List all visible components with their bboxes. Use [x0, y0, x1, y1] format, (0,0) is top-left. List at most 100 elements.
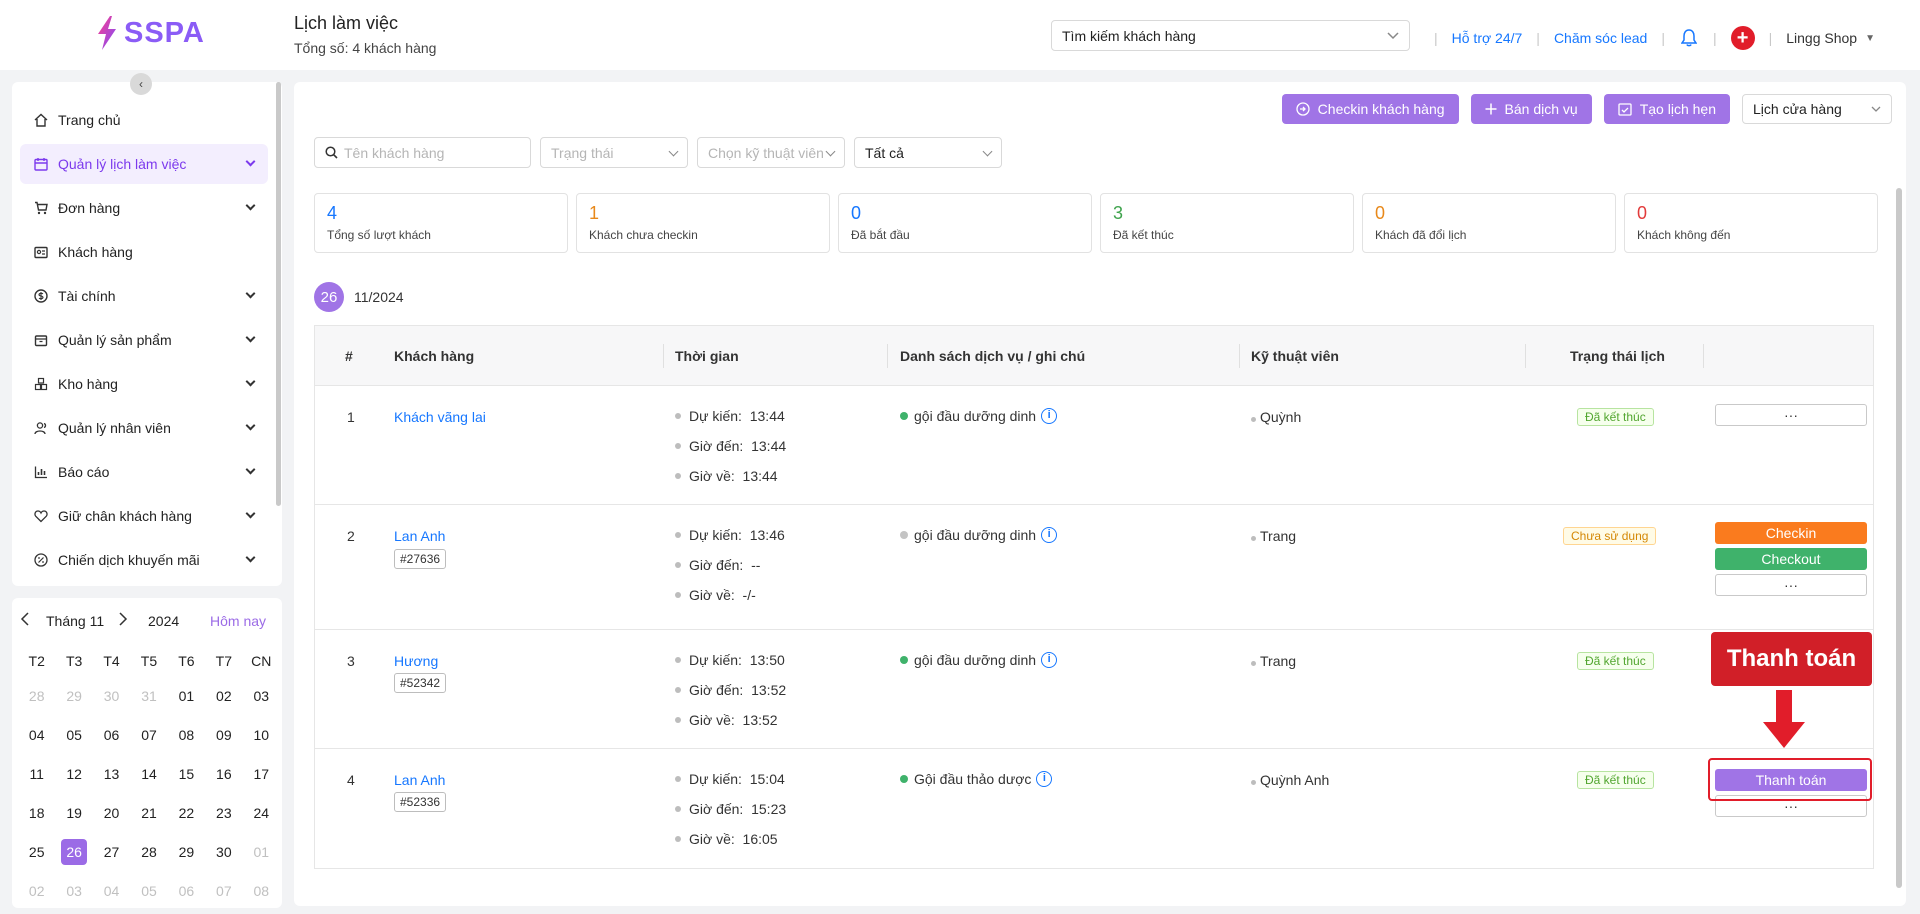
- calendar-day[interactable]: 15: [168, 766, 205, 782]
- period-filter-select[interactable]: Tất cả: [854, 137, 1002, 168]
- sidebar-item-promotions[interactable]: Chiến dịch khuyến mãi: [20, 540, 268, 580]
- calendar-day[interactable]: 24: [243, 805, 280, 821]
- calendar-day[interactable]: 08: [243, 883, 280, 899]
- store-calendar-select[interactable]: Lịch cửa hàng: [1742, 94, 1892, 124]
- calendar-month[interactable]: Tháng 11: [46, 613, 104, 629]
- customer-link[interactable]: Lan Anh: [394, 772, 445, 788]
- technician-filter-select[interactable]: Chọn kỹ thuật viên: [697, 137, 845, 168]
- calendar-day[interactable]: 31: [130, 688, 167, 704]
- support-link[interactable]: Hỗ trợ 24/7: [1452, 30, 1523, 46]
- lead-care-link[interactable]: Chăm sóc lead: [1554, 30, 1647, 46]
- sidebar-item-finance[interactable]: Tài chính: [20, 276, 268, 316]
- customer-link[interactable]: Hương: [394, 653, 438, 669]
- calendar-day[interactable]: 09: [205, 727, 242, 743]
- notification-bell-icon[interactable]: [1679, 28, 1699, 48]
- more-actions-button[interactable]: ···: [1715, 404, 1867, 426]
- customer-search-select[interactable]: Tìm kiếm khách hàng: [1051, 20, 1410, 51]
- calendar-day[interactable]: 10: [243, 727, 280, 743]
- sidebar-item-retention[interactable]: Giữ chân khách hàng: [20, 496, 268, 536]
- calendar-day[interactable]: 02: [205, 688, 242, 704]
- calendar-day[interactable]: 22: [168, 805, 205, 821]
- logo[interactable]: SSPA: [96, 16, 205, 50]
- customer-name-input[interactable]: Tên khách hàng: [314, 137, 531, 168]
- calendar-day[interactable]: 28: [18, 688, 55, 704]
- checkin-customer-button[interactable]: Checkin khách hàng: [1281, 94, 1459, 124]
- time-label: Giờ về:: [689, 831, 735, 847]
- shop-switcher[interactable]: Lingg Shop: [1786, 30, 1857, 46]
- status-filter-select[interactable]: Trạng thái: [540, 137, 688, 168]
- customer-link[interactable]: Khách vãng lai: [394, 409, 486, 425]
- calendar-day[interactable]: 29: [55, 688, 92, 704]
- stat-card-no-show[interactable]: 0 Khách không đến: [1624, 193, 1878, 253]
- calendar-day[interactable]: 21: [130, 805, 167, 821]
- calendar-day[interactable]: 12: [55, 766, 92, 782]
- calendar-day[interactable]: 14: [130, 766, 167, 782]
- sidebar-item-orders[interactable]: Đơn hàng: [20, 188, 268, 228]
- more-actions-button[interactable]: ···: [1715, 574, 1867, 596]
- sidebar-item-home[interactable]: Trang chủ: [20, 100, 268, 140]
- calendar-day[interactable]: 28: [130, 844, 167, 860]
- calendar-day[interactable]: 27: [93, 844, 130, 860]
- calendar-day[interactable]: 05: [55, 727, 92, 743]
- sidebar-item-warehouse[interactable]: Kho hàng: [20, 364, 268, 404]
- calendar-day[interactable]: 08: [168, 727, 205, 743]
- calendar-day[interactable]: 30: [93, 688, 130, 704]
- checkin-button[interactable]: Checkin: [1715, 522, 1867, 544]
- prev-month-icon[interactable]: [20, 612, 30, 629]
- info-icon[interactable]: i: [1041, 527, 1058, 543]
- checkout-button[interactable]: Checkout: [1715, 548, 1867, 570]
- calendar-day[interactable]: 06: [168, 883, 205, 899]
- bullet: [675, 562, 681, 568]
- stat-card-finished[interactable]: 3 Đã kết thúc: [1100, 193, 1354, 253]
- calendar-day[interactable]: 19: [55, 805, 92, 821]
- today-button[interactable]: Hôm nay: [210, 613, 266, 629]
- sidebar-item-customers[interactable]: Khách hàng: [20, 232, 268, 272]
- calendar-day[interactable]: 13: [93, 766, 130, 782]
- calendar-day[interactable]: 07: [205, 883, 242, 899]
- caret-down-icon[interactable]: ▼: [1865, 33, 1875, 44]
- calendar-day-selected[interactable]: 26: [55, 838, 92, 865]
- next-month-icon[interactable]: [118, 612, 128, 629]
- calendar-day[interactable]: 16: [205, 766, 242, 782]
- calendar-day[interactable]: 17: [243, 766, 280, 782]
- sidebar-item-schedule[interactable]: Quản lý lịch làm việc: [20, 144, 268, 184]
- checkin-icon: [1296, 102, 1310, 116]
- calendar-day[interactable]: 02: [18, 883, 55, 899]
- calendar-day[interactable]: 20: [93, 805, 130, 821]
- sidebar-scrollbar[interactable]: [276, 82, 281, 506]
- stat-card-total[interactable]: 4 Tổng số lượt khách: [314, 193, 568, 253]
- info-icon[interactable]: i: [1036, 771, 1053, 787]
- calendar-day[interactable]: 23: [205, 805, 242, 821]
- calendar-day[interactable]: 11: [18, 766, 55, 782]
- calendar-day[interactable]: 05: [130, 883, 167, 899]
- create-appointment-button[interactable]: Tạo lịch hẹn: [1603, 94, 1730, 124]
- calendar-day[interactable]: 01: [243, 844, 280, 860]
- calendar-day[interactable]: 06: [93, 727, 130, 743]
- calendar-day[interactable]: 01: [168, 688, 205, 704]
- sidebar-item-products[interactable]: Quản lý sản phẩm: [20, 320, 268, 360]
- expected-time: Dự kiến: 15:04: [675, 764, 786, 794]
- collapse-sidebar-icon[interactable]: ‹: [130, 73, 152, 95]
- calendar-header: Tháng 11 2024 Hôm nay: [12, 612, 282, 636]
- stat-card-not-checked-in[interactable]: 1 Khách chưa checkin: [576, 193, 830, 253]
- sell-service-button[interactable]: Bán dịch vụ: [1470, 94, 1592, 124]
- info-icon[interactable]: i: [1041, 652, 1058, 668]
- calendar-day[interactable]: 07: [130, 727, 167, 743]
- stat-card-started[interactable]: 0 Đã bắt đầu: [838, 193, 1092, 253]
- quick-add-plus-icon[interactable]: +: [1730, 26, 1755, 50]
- calendar-year[interactable]: 2024: [148, 613, 179, 629]
- customer-link[interactable]: Lan Anh: [394, 528, 445, 544]
- info-icon[interactable]: i: [1041, 408, 1058, 424]
- calendar-day[interactable]: 30: [205, 844, 242, 860]
- calendar-day[interactable]: 18: [18, 805, 55, 821]
- calendar-day[interactable]: 03: [55, 883, 92, 899]
- calendar-day[interactable]: 03: [243, 688, 280, 704]
- sidebar-item-staff[interactable]: Quản lý nhân viên: [20, 408, 268, 448]
- main-scrollbar[interactable]: [1896, 188, 1902, 888]
- calendar-day[interactable]: 29: [168, 844, 205, 860]
- calendar-day[interactable]: 25: [18, 844, 55, 860]
- stat-card-rescheduled[interactable]: 0 Khách đã đổi lịch: [1362, 193, 1616, 253]
- calendar-day[interactable]: 04: [93, 883, 130, 899]
- sidebar-item-reports[interactable]: Báo cáo: [20, 452, 268, 492]
- calendar-day[interactable]: 04: [18, 727, 55, 743]
